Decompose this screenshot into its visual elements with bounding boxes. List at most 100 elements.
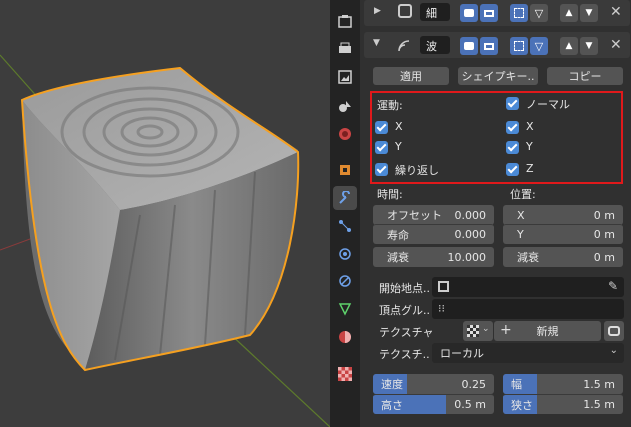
damping-label: 減衰 [387,251,409,264]
normals-checkbox[interactable] [506,97,519,110]
motion-x-checkbox[interactable] [375,121,388,134]
move-up-button[interactable]: ▲ [560,37,578,55]
down-arrow-icon: ▼ [585,41,593,51]
cage-icon: ▽ [534,6,544,20]
data-tab[interactable] [333,297,357,321]
3d-viewport[interactable] [0,0,330,427]
time-label: 時間: [377,188,403,201]
up-arrow-icon: ▲ [565,8,573,18]
texture-browse-button[interactable]: ⌄ [463,321,493,341]
normals-label: ノーマル [526,98,570,111]
particles-icon [339,220,351,232]
cage-icon: ▽ [534,39,544,53]
texture-coords-value: ローカル [440,347,484,360]
wave-icon [398,40,410,52]
physics-tab[interactable] [333,242,357,266]
offset-field[interactable]: オフセット 0.000 [373,205,494,225]
position-y-field[interactable]: Y 0 m [503,224,623,244]
texture-coords-dropdown[interactable]: ローカル ⌄ [432,343,624,363]
texture-tab[interactable] [333,362,357,386]
normal-x-label: X [526,120,534,133]
position-x-field[interactable]: X 0 m [503,205,623,225]
life-field[interactable]: 寿命 0.000 [373,224,494,244]
modifier-header-subsurf[interactable]: ▶ 細 ▽ ▲ ▼ ✕ [364,0,630,26]
copy-button[interactable]: コピー [547,67,623,85]
move-down-button[interactable]: ▼ [580,4,598,22]
apply-as-shapekey-button[interactable]: シェイプキー.. [458,67,538,85]
position-y-label: Y [517,228,524,241]
physics-icon [339,248,351,260]
settings-toggle-icon [608,326,620,336]
close-icon[interactable]: ✕ [610,4,622,20]
camera-toggle[interactable] [460,4,478,22]
damping-field[interactable]: 減衰 10.000 [373,247,494,267]
normal-y-checkbox[interactable] [506,141,519,154]
speed-slider[interactable]: 速度 0.25 [373,374,494,394]
move-down-button[interactable]: ▼ [580,37,598,55]
view-layer-tab[interactable] [333,94,357,118]
constraints-tab[interactable] [333,269,357,293]
normal-z-checkbox[interactable] [506,163,519,176]
monitor-icon [484,42,494,50]
display-toggle[interactable] [480,37,498,55]
motion-y-checkbox[interactable] [375,141,388,154]
narrowness-slider[interactable]: 狭さ 1.5 m [503,394,623,414]
collapse-arrow-icon[interactable]: ▼ [373,38,380,48]
normal-x-checkbox[interactable] [506,121,519,134]
render-tab[interactable] [333,37,357,61]
vertex-group-field[interactable]: ⁝⁝ [432,299,624,319]
camera-toggle[interactable] [460,37,478,55]
subsurf-icon [398,4,412,18]
width-slider[interactable]: 幅 1.5 m [503,374,623,394]
editmode-icon [514,41,524,51]
object-icon [438,281,449,292]
particles-tab[interactable] [333,214,357,238]
height-slider[interactable]: 高さ 0.5 m [373,394,494,414]
display-toggle[interactable] [480,4,498,22]
height-label: 高さ [381,398,403,412]
world-icon [339,128,351,140]
camera-icon [464,42,474,50]
chevron-down-icon: ⌄ [482,324,490,334]
position-y-value: 0 m [593,228,615,241]
width-label: 幅 [511,378,522,391]
wrench-icon [339,191,350,204]
life-value: 0.000 [454,228,487,241]
editmode-icon [514,8,524,18]
modifier-header-wave[interactable]: ▼ 波 ▽ ▲ ▼ ✕ [364,32,630,58]
normal-z-label: Z [526,162,534,175]
image-icon [338,70,352,84]
cyclic-checkbox[interactable] [375,163,388,176]
mesh-data-icon [338,303,352,316]
tool-tab[interactable] [333,9,357,33]
cage-toggle[interactable]: ▽ [530,37,548,55]
texture-properties-button[interactable] [604,321,624,341]
printer-icon [339,42,351,53]
height-value: 0.5 m [454,398,486,411]
modifier-name-field[interactable]: 波 [420,36,450,54]
eyedropper-icon[interactable]: ✎ [608,279,618,293]
properties-tab-bar [330,0,360,427]
cage-toggle[interactable]: ▽ [530,4,548,22]
checker-icon [467,325,479,337]
narrowness-label: 狭さ [511,398,533,412]
editmode-toggle[interactable] [510,37,528,55]
object-tab[interactable] [333,158,357,182]
expand-arrow-icon[interactable]: ▶ [374,6,381,16]
apply-button[interactable]: 適用 [373,67,449,85]
constraint-icon [339,275,351,287]
scene-icon [339,101,351,112]
close-icon[interactable]: ✕ [610,37,622,53]
position-x-value: 0 m [593,208,615,222]
editmode-toggle[interactable] [510,4,528,22]
world-tab[interactable] [333,122,357,146]
output-tab[interactable] [333,65,357,89]
modifier-name-field[interactable]: 細 [420,3,450,21]
move-up-button[interactable]: ▲ [560,4,578,22]
start-position-field[interactable]: ✎ [432,277,624,297]
modifier-tab[interactable] [333,186,357,210]
down-arrow-icon: ▼ [585,8,593,18]
new-texture-button[interactable]: + 新規 [494,321,601,341]
falloff-field[interactable]: 減衰 0 m [503,247,623,267]
material-tab[interactable] [333,325,357,349]
